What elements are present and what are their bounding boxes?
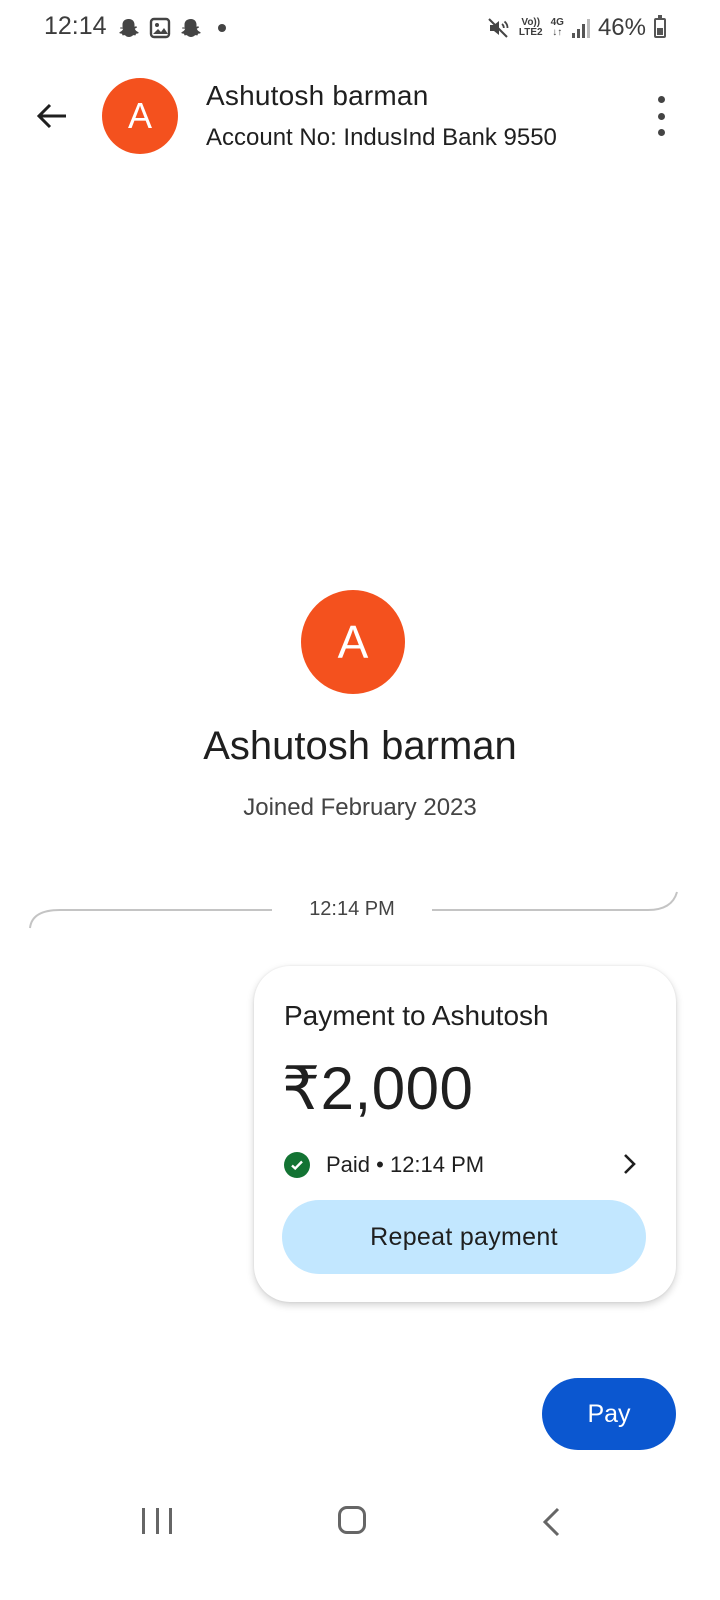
status-time: 12:14	[44, 12, 107, 40]
payment-status: Paid • 12:14 PM	[326, 1152, 485, 1177]
dot-icon	[218, 24, 226, 32]
payment-card[interactable]: Payment to Ashutosh ₹2,000 Paid • 12:14 …	[254, 966, 676, 1302]
battery-percent: 46%	[597, 14, 646, 41]
contact-name[interactable]: Ashutosh barman	[206, 80, 428, 112]
volte-indicator: Vo)) LTE2	[518, 17, 543, 38]
repeat-payment-button[interactable]: Repeat payment	[282, 1200, 646, 1274]
joined-date: Joined February 2023	[243, 794, 477, 821]
contact-avatar[interactable]: A	[102, 78, 178, 154]
account-number: Account No: IndusInd Bank 9550	[206, 124, 557, 151]
nav-back-button[interactable]	[540, 1506, 562, 1538]
payment-status-row[interactable]: Paid • 12:14 PM	[284, 1148, 644, 1182]
pay-button[interactable]: Pay	[542, 1378, 676, 1450]
profile-name: Ashutosh barman	[203, 724, 517, 768]
snapchat-icon	[119, 19, 139, 37]
payment-title: Payment to Ashutosh	[284, 1000, 549, 1031]
check-circle-icon	[284, 1152, 310, 1178]
home-button[interactable]	[338, 1506, 366, 1534]
data-arrows-icon: ↓↑	[552, 27, 563, 38]
gallery-icon	[149, 17, 171, 39]
payment-amount: ₹2,000	[282, 1055, 474, 1122]
timeline-timestamp: 12:14 PM	[309, 898, 395, 920]
system-icons: Vo)) LTE2 4G ↓↑ 46%	[487, 12, 666, 44]
battery-level	[657, 27, 663, 35]
more-vert-icon	[657, 96, 665, 103]
arrow-left-icon	[36, 103, 66, 129]
network-indicator: 4G ↓↑	[550, 17, 564, 38]
chat-header: A Ashutosh barman Account No: IndusInd B…	[0, 58, 720, 176]
battery-icon	[654, 15, 666, 38]
snapchat-icon	[181, 19, 201, 37]
notification-icons	[118, 16, 233, 40]
mute-icon	[488, 18, 509, 38]
chevron-right-icon[interactable]	[620, 1152, 640, 1176]
system-nav-bar	[0, 1490, 720, 1560]
more-options-button[interactable]	[646, 96, 676, 136]
recent-apps-button[interactable]	[142, 1508, 172, 1534]
status-bar: 12:14 Vo)) LTE2 4G ↓↑ 46%	[0, 0, 720, 58]
back-button[interactable]	[30, 94, 74, 138]
signal-icon	[571, 18, 590, 38]
profile-avatar: A	[301, 590, 405, 694]
